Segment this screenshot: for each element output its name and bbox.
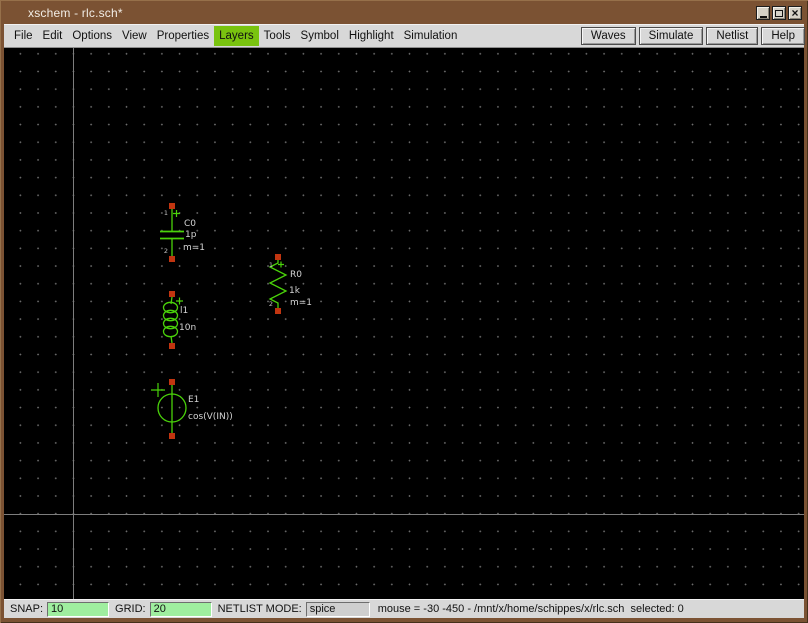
xschem-window: xschem - rlc.sch* × File Edit Options Vi… [0,0,808,623]
menu-layers[interactable]: Layers [214,26,259,46]
component-capacitor-c0[interactable]: 1 2 C0 1p m=1 [160,203,205,262]
window-title: xschem - rlc.sch* [4,6,123,20]
netlist-mode-input[interactable]: spice [306,602,370,617]
component-attr: m=1 [183,243,205,253]
component-inductor-l1[interactable]: l1 10n [164,291,197,349]
window-controls: × [756,6,804,20]
pin-square[interactable] [169,343,175,349]
status-bar: SNAP: 10 GRID: 20 NETLIST MODE: spice mo… [4,599,804,618]
menu-edit[interactable]: Edit [38,26,68,46]
polarity-plus-icon [176,298,183,305]
menu-bar: File Edit Options View Properties Layers… [4,24,804,48]
grid-input[interactable]: 20 [150,602,212,617]
menu-options[interactable]: Options [67,26,117,46]
pin-square[interactable] [169,203,175,209]
close-button[interactable]: × [788,6,802,20]
schematic-canvas[interactable]: 1 2 C0 1p m=1 l1 10n [4,48,804,599]
polarity-plus-icon [173,210,180,217]
component-name: E1 [188,395,199,405]
pin-square[interactable] [275,254,281,260]
menu-file[interactable]: File [9,26,38,46]
component-source-e1[interactable]: E1 cos(V(IN)) [151,379,233,439]
netlist-mode-label: NETLIST MODE: [218,603,302,615]
pin-square[interactable] [169,291,175,297]
polarity-plus-icon [151,383,165,397]
pin-square[interactable] [169,256,175,262]
menu-properties[interactable]: Properties [152,26,214,46]
schematic-svg: 1 2 C0 1p m=1 l1 10n [4,48,804,599]
maximize-icon [775,10,783,17]
polarity-plus-icon [278,262,284,268]
component-name: C0 [184,219,196,229]
component-value: 1p [185,230,197,240]
menu-symbol[interactable]: Symbol [296,26,344,46]
close-icon: × [791,8,798,18]
component-attr: m=1 [290,298,312,308]
component-value: 10n [179,323,196,333]
simulate-button[interactable]: Simulate [639,27,704,45]
netlist-button[interactable]: Netlist [706,27,758,45]
menu-action-buttons: Waves Simulate Netlist Help [578,27,804,45]
component-name: R0 [290,270,302,280]
pin-number: 2 [164,247,168,255]
pin-number: 2 [269,300,273,308]
menu-view[interactable]: View [117,26,152,46]
pin-square[interactable] [169,433,175,439]
maximize-button[interactable] [772,6,786,20]
menu-highlight[interactable]: Highlight [344,26,399,46]
pin-square[interactable] [275,308,281,314]
component-value: 1k [289,286,301,296]
component-resistor-r0[interactable]: 1 2 R0 1k m=1 [269,254,312,314]
pin-number: 1 [164,209,168,217]
minimize-icon [760,16,767,18]
status-info: mouse = -30 -450 - /mnt/x/home/schippes/… [378,603,684,615]
menu-simulation[interactable]: Simulation [399,26,463,46]
snap-input[interactable]: 10 [47,602,109,617]
help-button[interactable]: Help [761,27,805,45]
component-value: cos(V(IN)) [188,412,233,422]
snap-label: SNAP: [10,603,43,615]
pin-square[interactable] [169,379,175,385]
menu-items: File Edit Options View Properties Layers… [4,24,462,47]
grid-label: GRID: [115,603,146,615]
inductor-coil [164,326,178,336]
component-name: l1 [180,306,188,316]
title-bar[interactable]: xschem - rlc.sch* × [4,2,804,24]
pin-number: 1 [269,261,273,269]
menu-tools[interactable]: Tools [259,26,296,46]
waves-button[interactable]: Waves [581,27,636,45]
minimize-button[interactable] [756,6,770,20]
